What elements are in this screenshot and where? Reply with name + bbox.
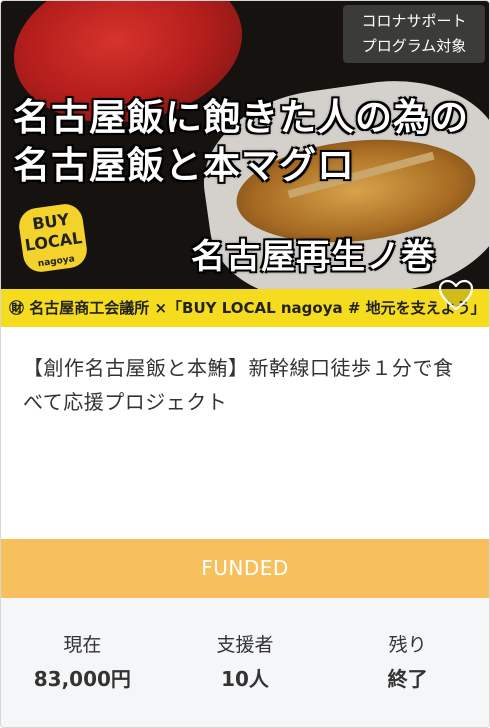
stat-value: 終了: [387, 667, 428, 691]
stat-backers: 支援者 10人: [170, 598, 320, 727]
project-stats: 現在 83,000円 支援者 10人 残り 終了: [1, 598, 489, 727]
badge-line-1: コロナサポート: [361, 12, 467, 30]
badge-line-2: プログラム対象: [361, 37, 467, 55]
project-card[interactable]: 名古屋飯に飽きた人の為の 名古屋飯と本マグロ BUY LOCAL nagoya …: [0, 0, 490, 728]
buy-local-logo: BUY LOCAL nagoya: [16, 201, 90, 275]
project-title[interactable]: 【創作名古屋飯と本鮪】新幹線口徒歩１分で食べて応援プロジェクト: [23, 351, 467, 419]
stat-value: 10人: [221, 667, 269, 691]
thumbnail-headline: 名古屋飯に飽きた人の為の 名古屋飯と本マグロ: [13, 93, 469, 189]
stat-value: 83,000円: [33, 667, 131, 691]
project-thumbnail[interactable]: 名古屋飯に飽きた人の為の 名古屋飯と本マグロ BUY LOCAL nagoya …: [1, 1, 489, 327]
corona-support-badge: コロナサポート プログラム対象: [343, 5, 485, 63]
headline-line-2: 名古屋飯と本マグロ: [13, 143, 355, 187]
stat-label: 現在: [63, 634, 102, 656]
headline-line-1: 名古屋飯に飽きた人の為の: [13, 95, 469, 139]
heart-icon[interactable]: [438, 278, 474, 314]
stat-label: 支援者: [216, 634, 274, 656]
sponsor-band: ㊖ 名古屋商工会議所 ×「BUY LOCAL nagoya # 地元を支えよう」: [1, 289, 489, 327]
funded-status-bar: FUNDED: [1, 539, 489, 598]
stat-remaining: 残り 終了: [333, 598, 483, 727]
stat-label: 残り: [388, 634, 427, 656]
stat-current-amount: 現在 83,000円: [7, 598, 157, 727]
thumbnail-subline: 名古屋再生ノ巻: [191, 237, 436, 277]
